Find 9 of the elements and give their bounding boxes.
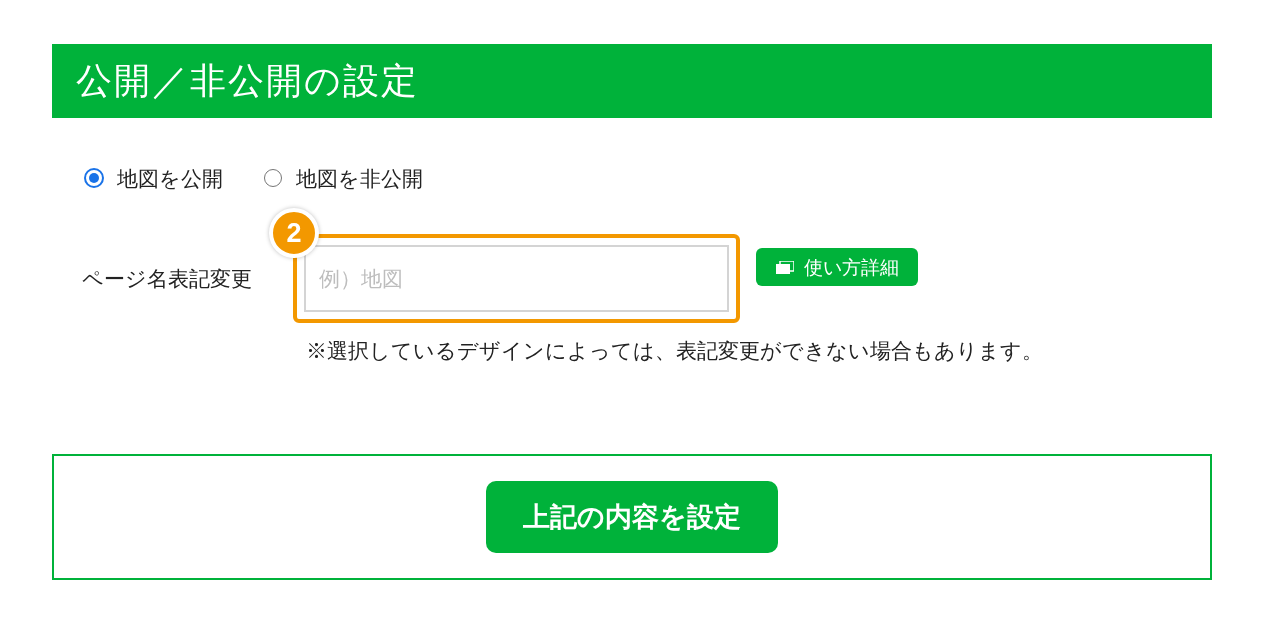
radio-label[interactable]: 地図を公開 xyxy=(117,167,223,189)
page-name-input[interactable]: 例）地図 xyxy=(304,245,729,312)
note-text: ※選択しているデザインによっては、表記変更ができない場合もあります。 xyxy=(306,340,1043,361)
radio-button[interactable] xyxy=(84,168,104,188)
radio-label[interactable]: 地図を非公開 xyxy=(296,167,423,189)
radio-button[interactable] xyxy=(264,169,282,187)
field-label: ページ名表記変更 xyxy=(82,268,252,289)
window-icon xyxy=(775,260,794,274)
section-title: 公開／非公開の設定 xyxy=(76,63,419,99)
